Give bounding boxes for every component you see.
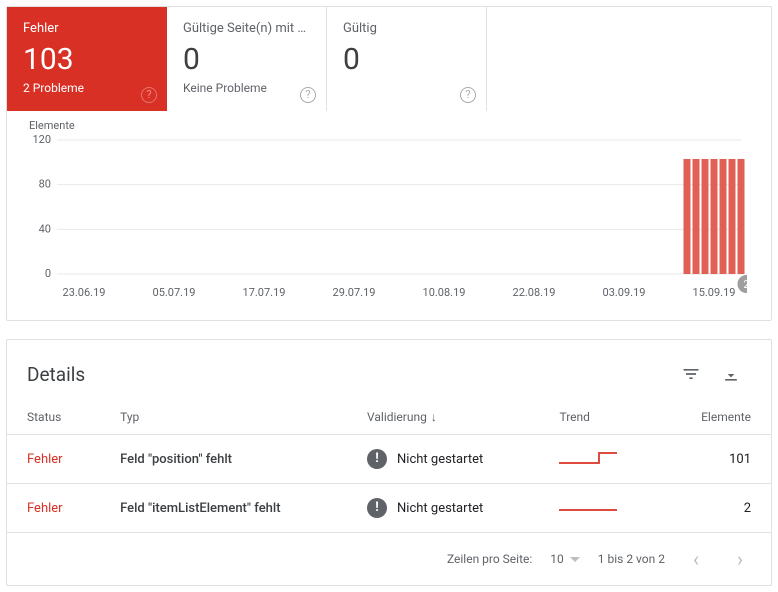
table-row[interactable]: FehlerFeld "position" fehlt!Nicht gestar… — [7, 435, 771, 484]
svg-text:40: 40 — [39, 222, 51, 235]
table-pager: Zeilen pro Seite: 10 1 bis 2 von 2 ‹ › — [7, 533, 771, 585]
tile-error-value: 103 — [23, 42, 151, 77]
dropdown-icon — [570, 557, 580, 562]
prev-page-button[interactable]: ‹ — [683, 543, 709, 575]
svg-text:29.07.19: 29.07.19 — [333, 286, 376, 299]
cell-status: Fehler — [7, 484, 100, 533]
help-icon[interactable]: ? — [300, 87, 316, 103]
tile-warning-sub: Keine Probleme — [183, 81, 310, 95]
tile-error-sub: 2 Probleme — [23, 81, 151, 95]
svg-text:2: 2 — [743, 278, 747, 291]
tile-valid-with-warnings[interactable]: Gültige Seite(n) mit … 0 Keine Probleme … — [167, 7, 327, 111]
cell-typ: Feld "position" fehlt — [100, 435, 347, 484]
svg-text:03.09.19: 03.09.19 — [603, 286, 646, 299]
warning-icon: ! — [367, 449, 387, 469]
rows-per-page-select[interactable]: 10 — [550, 552, 580, 566]
svg-text:10.08.19: 10.08.19 — [423, 286, 466, 299]
details-card: Details Status Typ Validierung↓ Trend El… — [6, 339, 772, 586]
details-header: Details — [7, 340, 771, 400]
page-range: 1 bis 2 von 2 — [598, 552, 665, 566]
svg-text:120: 120 — [32, 134, 51, 146]
cell-elements: 101 — [660, 435, 771, 484]
tile-valid[interactable]: Gültig 0 ? — [327, 7, 487, 111]
details-table: Status Typ Validierung↓ Trend Elemente F… — [7, 400, 771, 533]
col-trend[interactable]: Trend — [539, 400, 660, 435]
cell-typ: Feld "itemListElement" fehlt — [100, 484, 347, 533]
cell-trend — [539, 484, 660, 533]
svg-text:22.08.19: 22.08.19 — [513, 286, 556, 299]
tile-warning-label: Gültige Seite(n) mit … — [183, 21, 310, 36]
col-typ[interactable]: Typ — [100, 400, 347, 435]
svg-text:23.06.19: 23.06.19 — [63, 286, 106, 299]
svg-text:80: 80 — [39, 178, 51, 191]
details-title: Details — [27, 363, 671, 386]
status-tiles: Fehler 103 2 Probleme ? Gültige Seite(n)… — [7, 7, 771, 111]
cell-validation: !Nicht gestartet — [347, 435, 539, 484]
download-icon[interactable] — [711, 354, 751, 394]
col-elemente[interactable]: Elemente — [660, 400, 771, 435]
warning-icon: ! — [367, 498, 387, 518]
rows-per-page-label: Zeilen pro Seite: — [447, 552, 532, 566]
col-status[interactable]: Status — [7, 400, 100, 435]
cell-validation: !Nicht gestartet — [347, 484, 539, 533]
tile-warning-value: 0 — [183, 42, 310, 77]
next-page-button[interactable]: › — [727, 543, 753, 575]
col-validierung[interactable]: Validierung↓ — [347, 400, 539, 435]
chart-y-label: Elemente — [29, 119, 751, 132]
tile-valid-label: Gültig — [343, 21, 470, 36]
table-row[interactable]: FehlerFeld "itemListElement" fehlt!Nicht… — [7, 484, 771, 533]
tile-error[interactable]: Fehler 103 2 Probleme ? — [7, 7, 167, 111]
svg-text:15.09.19: 15.09.19 — [693, 286, 736, 299]
chart-area: Elemente 0 40 80 120 23.06.19 05.07.19 17.07.1… — [7, 111, 771, 320]
summary-card: Fehler 103 2 Probleme ? Gültige Seite(n)… — [6, 6, 772, 321]
cell-elements: 2 — [660, 484, 771, 533]
cell-status: Fehler — [7, 435, 100, 484]
help-icon[interactable]: ? — [460, 87, 476, 103]
svg-text:05.07.19: 05.07.19 — [153, 286, 196, 299]
svg-text:17.07.19: 17.07.19 — [243, 286, 286, 299]
elements-chart: 0 40 80 120 23.06.19 05.07.19 17.07.19 29.07.19… — [27, 134, 747, 304]
tile-error-label: Fehler — [23, 21, 151, 36]
tile-valid-value: 0 — [343, 42, 470, 77]
sort-down-icon: ↓ — [431, 410, 437, 424]
cell-trend — [539, 435, 660, 484]
filter-icon[interactable] — [671, 354, 711, 394]
svg-text:0: 0 — [45, 267, 51, 280]
help-icon[interactable]: ? — [141, 87, 157, 103]
